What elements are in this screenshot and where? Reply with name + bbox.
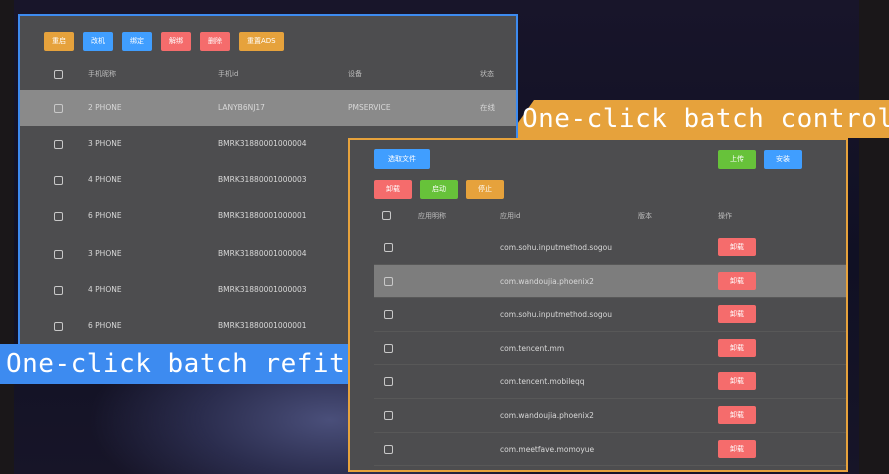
app-id: com.wandoujia.phoenix2 <box>500 276 594 286</box>
status: 在线 <box>480 103 495 112</box>
phone-id: BMRK31880001000003 <box>218 175 307 184</box>
phone-id: BMRK31880001000003 <box>218 285 307 294</box>
uninstall-batch-button[interactable]: 卸载 <box>374 180 412 199</box>
uninstall-button[interactable]: 卸载 <box>718 439 756 458</box>
device: PMSERVICE <box>348 103 391 112</box>
phone-name: 2 PHONE <box>88 103 122 112</box>
col-app-name: 应用明称 <box>418 212 446 220</box>
bind-button[interactable]: 绑定 <box>122 32 152 51</box>
phone-name: 4 PHONE <box>88 285 122 294</box>
uninstall-button[interactable]: 卸载 <box>718 271 756 290</box>
phone-name: 3 PHONE <box>88 249 122 258</box>
callout-left-text: One-click batch refit <box>6 349 346 379</box>
phone-toolbar: 重启 改机 绑定 解绑 删除 重置ADS <box>44 32 284 51</box>
select-all-checkbox[interactable] <box>382 211 391 220</box>
row-checkbox[interactable] <box>384 411 393 420</box>
phone-id: LANYB6NJ17 <box>218 103 265 112</box>
table-row[interactable]: com.sohu.inputmethod.sogou 卸载 <box>374 231 846 265</box>
delete-button[interactable]: 删除 <box>200 32 230 51</box>
row-checkbox[interactable] <box>384 377 393 387</box>
app-id: com.wandoujia.phoenix2 <box>500 411 594 420</box>
app-list-panel: 选取文件 上传 安装 卸载 启动 停止 应用明称 应用id 版本 操作 com.… <box>348 138 848 472</box>
select-all-checkbox[interactable] <box>54 70 63 79</box>
col-phone-id: 手机id <box>218 70 239 78</box>
col-operation: 操作 <box>718 212 732 220</box>
col-phone-name: 手机昵称 <box>88 70 116 78</box>
start-button[interactable]: 启动 <box>420 180 458 199</box>
uninstall-button[interactable]: 卸载 <box>718 305 756 324</box>
row-checkbox[interactable] <box>384 243 393 252</box>
phone-name: 4 PHONE <box>88 175 122 184</box>
phone-id: BMRK31880001000001 <box>218 321 307 330</box>
uninstall-button[interactable]: 卸载 <box>718 338 756 357</box>
phone-id: BMRK31880001000004 <box>218 139 307 148</box>
app-id: com.tencent.mm <box>500 343 565 353</box>
phone-table-header: 手机昵称 手机id 设备 状态 <box>20 56 516 92</box>
frame-edge-right <box>859 0 889 474</box>
phone-name: 6 PHONE <box>88 321 122 330</box>
restart-button[interactable]: 重启 <box>44 32 74 51</box>
table-row[interactable]: com.wandoujia.phoenix2 卸载 <box>374 264 846 299</box>
row-checkbox[interactable] <box>384 444 393 454</box>
phone-id: BMRK31880001000004 <box>218 249 307 258</box>
install-button[interactable]: 安装 <box>764 150 802 169</box>
row-checkbox[interactable] <box>54 140 63 149</box>
col-app-id: 应用id <box>500 212 521 220</box>
table-row[interactable]: com.meetfave.momoyue 卸载 <box>374 433 846 467</box>
col-device: 设备 <box>348 70 362 78</box>
row-checkbox[interactable] <box>384 276 393 286</box>
uninstall-button[interactable]: 卸载 <box>718 372 756 391</box>
uninstall-button[interactable]: 卸载 <box>718 406 756 424</box>
app-id: com.sohu.inputmethod.sogou <box>500 310 613 320</box>
app-id: com.tencent.mobileqq <box>500 377 585 387</box>
phone-name: 6 PHONE <box>88 211 122 220</box>
row-checkbox[interactable] <box>54 250 63 259</box>
app-id: com.sohu.inputmethod.sogou <box>500 243 613 252</box>
row-checkbox[interactable] <box>54 322 63 331</box>
stop-button[interactable]: 停止 <box>466 180 504 199</box>
phone-name: 3 PHONE <box>88 139 122 148</box>
table-row[interactable]: com.tencent.mm 卸载 <box>374 332 846 366</box>
row-checkbox[interactable] <box>54 176 63 185</box>
app-id: com.meetfave.momoyue <box>500 444 595 454</box>
table-row[interactable]: 2 PHONE LANYB6NJ17 PMSERVICE 在线 <box>20 90 516 126</box>
row-checkbox[interactable] <box>54 286 63 295</box>
upload-button[interactable]: 上传 <box>718 150 756 169</box>
unbind-button[interactable]: 解绑 <box>161 32 191 51</box>
row-checkbox[interactable] <box>54 104 63 113</box>
row-checkbox[interactable] <box>384 310 393 320</box>
phone-id: BMRK31880001000001 <box>218 211 307 220</box>
uninstall-button[interactable]: 卸载 <box>718 238 756 256</box>
callout-right-text: One-click batch control <box>522 104 889 134</box>
modify-device-button[interactable]: 改机 <box>83 32 113 51</box>
frame-edge-left <box>0 0 14 474</box>
app-table-header: 应用明称 应用id 版本 操作 <box>374 204 846 230</box>
row-checkbox[interactable] <box>384 343 393 353</box>
reset-ads-button[interactable]: 重置ADS <box>239 32 284 51</box>
table-row[interactable]: com.sohu.inputmethod.sogou 卸载 <box>374 298 846 332</box>
col-status: 状态 <box>480 70 494 78</box>
table-row[interactable]: com.tencent.mobileqq 卸载 <box>374 365 846 399</box>
table-row[interactable]: com.wandoujia.phoenix2 卸载 <box>374 399 846 433</box>
select-file-button[interactable]: 选取文件 <box>374 149 430 169</box>
col-version: 版本 <box>638 212 652 220</box>
row-checkbox[interactable] <box>54 212 63 221</box>
